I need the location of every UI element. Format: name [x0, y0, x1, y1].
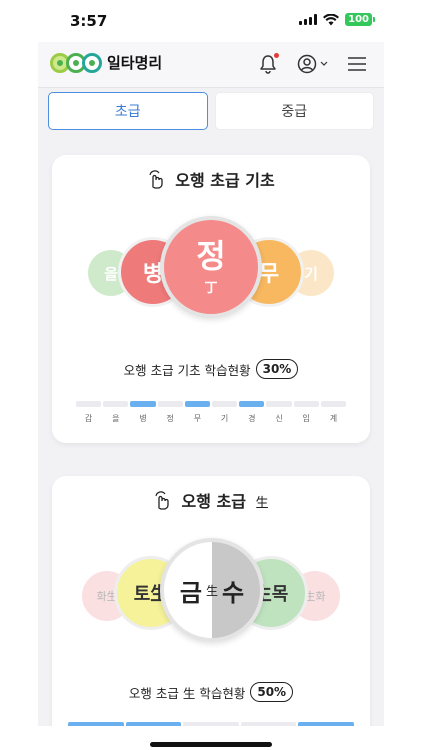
tab-beginner[interactable]: 초급: [48, 92, 208, 130]
signal-icon: [299, 14, 318, 25]
segment: 계: [320, 401, 347, 424]
lesson-card-generation[interactable]: 오행 초급 生 화生 生화 토生 生목 금 生 수 오행 초급 生 학습현황 5…: [52, 476, 370, 726]
progress-segments: 갑 을 병 정 무 기 경 신 임 계: [76, 401, 347, 424]
ball-center-selected[interactable]: 금 生 수: [160, 538, 264, 642]
ball-center-selected[interactable]: 정 丁: [160, 216, 262, 318]
notification-dot: [274, 53, 279, 58]
progress-percent-badge: 30%: [255, 359, 299, 379]
chevron-down-icon: [320, 61, 328, 66]
tap-hand-icon: [149, 170, 163, 189]
battery-icon: 100: [345, 13, 375, 26]
logo-text: 일타명리: [107, 54, 163, 72]
card-title: 오행 초급 生: [52, 488, 370, 512]
segment: 임: [293, 401, 319, 424]
notification-bell-icon[interactable]: [259, 53, 279, 74]
progress-segments: [68, 722, 354, 726]
segment: 을: [103, 401, 129, 424]
card-title-text: 오행 초급 기초: [175, 171, 275, 190]
tap-hand-icon: [155, 491, 170, 510]
segment: 기: [212, 401, 238, 424]
status-time: 3:57: [70, 12, 108, 30]
segment: 정: [157, 401, 183, 424]
home-indicator[interactable]: [150, 742, 272, 747]
user-menu[interactable]: [297, 54, 328, 74]
logo-icon: [50, 52, 102, 73]
segment: [240, 722, 297, 726]
segment: [68, 722, 124, 726]
progress-percent-badge: 50%: [250, 682, 294, 702]
element-carousel[interactable]: 화生 生화 토生 生목 금 生 수: [52, 526, 370, 666]
segment: [183, 722, 239, 726]
segment: [298, 722, 354, 726]
lesson-card-basics[interactable]: 오행 초급 기초 을 기 병 무 정 丁 오행 초급 기초 학습현황 30% 갑…: [52, 155, 370, 443]
tab-intermediate[interactable]: 중급: [214, 92, 374, 130]
menu-icon[interactable]: [348, 57, 366, 71]
progress-text: 오행 초급 生 학습현황: [128, 685, 246, 701]
card-title-text: 오행 초급 生: [181, 492, 269, 511]
app-frame: 일타명리 초급 중급 오행 초급 기초 을 기 병 무 정 丁 오행 초급 기초…: [38, 42, 384, 726]
segment: 경: [239, 401, 265, 424]
level-tabs: 초급 중급: [48, 92, 374, 130]
segment: 병: [130, 401, 156, 424]
logo[interactable]: 일타명리: [50, 52, 162, 73]
segment: 신: [266, 401, 292, 424]
card-title: 오행 초급 기초: [52, 167, 370, 191]
segment: 갑: [76, 401, 102, 424]
progress-status: 오행 초급 生 학습현황 50%: [52, 682, 370, 702]
progress-status: 오행 초급 기초 학습현황 30%: [52, 359, 370, 379]
app-header: 일타명리: [38, 42, 384, 88]
progress-text: 오행 초급 기초 학습현황: [123, 362, 251, 378]
element-carousel[interactable]: 을 기 병 무 정 丁: [52, 205, 370, 345]
status-bar: 3:57 100: [0, 0, 422, 42]
segment: [125, 722, 182, 726]
wifi-icon: [323, 13, 340, 25]
status-indicators: 100: [299, 13, 375, 26]
segment: 무: [184, 401, 211, 424]
user-icon: [297, 54, 317, 74]
